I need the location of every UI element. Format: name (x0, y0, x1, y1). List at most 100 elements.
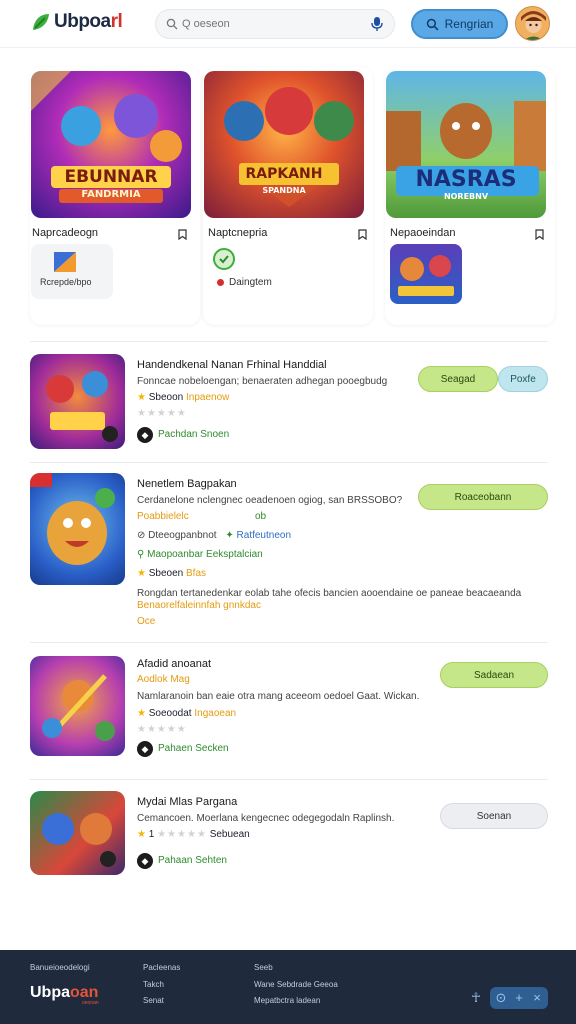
flag-icon (54, 252, 76, 272)
featured-card[interactable]: RAPKANH SPANDNA Naptcnepria Daingtem (203, 67, 373, 325)
star-icon: ★ (137, 829, 146, 840)
star-icon: ★ (137, 568, 146, 579)
footer-col2-link[interactable]: Takch (143, 980, 164, 989)
app-title: Afadid anoanat (137, 658, 212, 670)
divider (30, 462, 548, 463)
app-thumbnail (30, 473, 125, 585)
footer-col1-heading[interactable]: Banueioeodelogi (30, 963, 90, 972)
bookmark-icon[interactable] (535, 229, 544, 240)
footer-col2-heading[interactable]: Pacleenas (143, 963, 180, 972)
app-long-description-3: Oce (137, 616, 156, 627)
search-icon (166, 18, 178, 30)
app-meta-secondary: ⚲ Maopoanbar Eeksptalcian (137, 549, 263, 560)
featured-card-art: RAPKANH SPANDNA (204, 71, 364, 218)
bookmark-icon[interactable] (178, 229, 187, 240)
app-thumbnail (30, 354, 125, 449)
featured-art-title: RAPKANH (245, 166, 323, 182)
featured-card-preview: Rcrepde/bpo (31, 244, 113, 299)
star-icon: ★ (137, 708, 146, 719)
sign-in-button[interactable]: Rengrian (411, 9, 508, 39)
developer-name[interactable]: Pahaen Secken (158, 743, 229, 754)
close-icon[interactable]: × (528, 989, 546, 1007)
leaf-icon: ✦ (225, 530, 234, 541)
list-item[interactable]: Nenetlem Bagpakan Cerdanelone nclengnec … (30, 473, 548, 633)
rating-row: ★ Sbeoen Bfas (137, 568, 207, 579)
featured-card[interactable]: NASRAS NOREBNV Nepaoeindan (385, 67, 555, 325)
footer-col3-link[interactable]: Mepatbctra ladean (254, 996, 320, 1005)
logo-leaf-icon (33, 14, 49, 30)
status-dot (217, 279, 224, 286)
person-icon: ⚲ (137, 549, 145, 560)
list-item[interactable]: Handendkenal Nanan Frhinal Handdial Fonn… (30, 354, 548, 454)
app-thumbnail (30, 791, 125, 875)
featured-card[interactable]: EBUNNAR FANDRMIA Naprcadeogn Rcrepde/bpo (30, 67, 200, 325)
rating-row: ★ 1 ★★★★★ Sebuean (137, 829, 250, 840)
featured-art-title: NASRAS (415, 167, 517, 192)
divider (30, 341, 548, 342)
featured-art-subtitle: FANDRMIA (81, 189, 141, 200)
footer-logo-sub: oeonan (82, 1000, 99, 1006)
app-long-description-2: Benaorelfaleinnfah gnnkdac (137, 600, 261, 611)
list-item[interactable]: Afadid anoanat Aodlok Mag Namlaranoin ba… (30, 656, 548, 761)
star-icon: ★ (137, 392, 146, 403)
list-item[interactable]: Mydai Mlas Pargana Cemancoen. Moerlana k… (30, 791, 548, 881)
sign-in-label: Rengrian (444, 17, 494, 31)
app-description: Namlaranoin ban eaie otra mang aceeom oe… (137, 691, 420, 702)
featured-card-art: EBUNNAR FANDRMIA (31, 71, 191, 218)
mic-icon[interactable] (370, 16, 384, 32)
app-root: Ubpoarl Rengrian (0, 0, 576, 1024)
featured-card-art: NASRAS NOREBNV (386, 71, 546, 218)
search-bar[interactable] (155, 9, 395, 39)
featured-card-title: Naprcadeogn (32, 227, 99, 239)
footer-col3-heading[interactable]: Seeb (254, 963, 273, 972)
rating-stars: ★★★★★ (137, 408, 187, 419)
secondary-button[interactable]: Poxfe (498, 366, 548, 392)
app-title: Handendkenal Nanan Frhinal Handdial (137, 359, 327, 371)
developer-icon: ◆ (137, 427, 153, 443)
featured-card-preview-label: Daingtem (229, 277, 272, 288)
featured-art-title: EBUNNAR (64, 167, 158, 187)
avatar[interactable] (515, 6, 550, 41)
rating-row: ★ Soeoodat Ingaoean (137, 708, 237, 719)
person-icon[interactable]: ☥ (467, 989, 485, 1007)
app-meta: ⊘ Dteeogpanbnot ✦ Ratfeutneon (137, 530, 292, 541)
plus-icon[interactable]: + (510, 989, 528, 1007)
developer-icon: ◆ (137, 853, 153, 869)
app-description: Fonncae nobeloengan; benaeraten adhegan … (137, 376, 388, 387)
featured-card-preview-label: Rcrepde/bpo (40, 277, 92, 287)
app-tag: Poabbielelc (137, 511, 189, 522)
app-title: Mydai Mlas Pargana (137, 796, 238, 808)
bookmark-icon[interactable] (358, 229, 367, 240)
app-long-description: Rongdan tertanedenkar eolab tahe ofecis … (137, 588, 522, 599)
rating-row: ★ Sbeoon Inpaenow (137, 392, 230, 403)
divider (30, 779, 548, 780)
featured-art-subtitle: SPANDNA (262, 186, 306, 195)
featured-card-preview (390, 244, 462, 304)
developer-icon: ◆ (137, 741, 153, 757)
featured-art-subtitle: NOREBNV (443, 192, 489, 201)
info-icon[interactable]: ⊙ (492, 989, 510, 1007)
primary-button[interactable]: Roaceobann (418, 484, 548, 510)
divider (30, 642, 548, 643)
primary-button[interactable]: Sadaean (440, 662, 548, 688)
app-tag-right: ob (255, 511, 267, 522)
featured-card-title: Naptcnepria (208, 227, 268, 239)
footer-col3-link[interactable]: Wane Sebdrade Geeoa (254, 980, 338, 989)
developer-name[interactable]: Pachdan Snoen (158, 429, 229, 440)
top-bar: Ubpoarl Rengrian (0, 0, 576, 48)
site-logo[interactable]: Ubpoarl (30, 11, 123, 33)
primary-button[interactable]: Seagad (418, 366, 498, 392)
app-description: Cemancoen. Moerlana kengecnec odegegodal… (137, 813, 395, 824)
footer-col2-link[interactable]: Senat (143, 996, 164, 1005)
primary-button[interactable]: Soenan (440, 803, 548, 829)
check-circle-icon: ⊘ (137, 530, 146, 541)
footer: Banueioeodelogi Pacleenas Takch Senat Se… (0, 950, 576, 1024)
app-thumbnail (30, 656, 125, 756)
search-icon (426, 18, 439, 30)
app-description: Cerdanelone nclengnec oeadenoen ogiog, s… (137, 495, 403, 506)
developer-name[interactable]: Pahaan Sehten (158, 855, 227, 866)
search-input[interactable] (182, 18, 370, 30)
logo-wordmark: Ubpoarl (54, 11, 123, 32)
app-subtitle: Aodlok Mag (137, 674, 190, 685)
featured-card-title: Nepaoeindan (390, 227, 456, 239)
